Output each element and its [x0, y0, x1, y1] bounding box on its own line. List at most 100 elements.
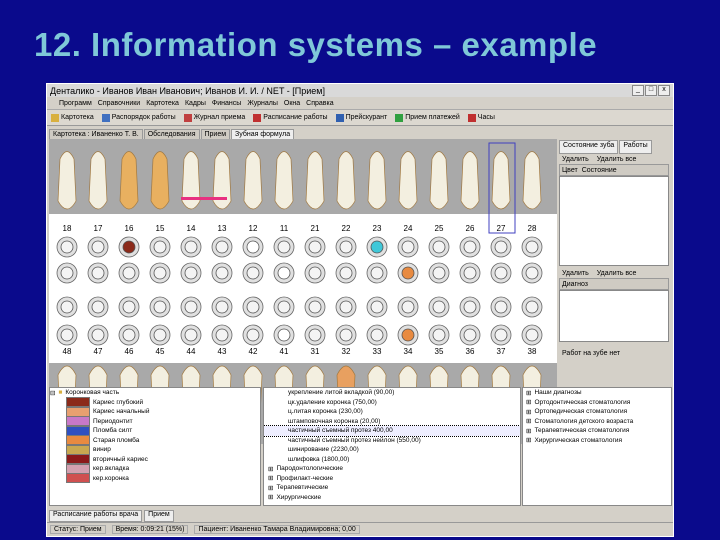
diagnosis-group[interactable]: ⊞ Хирургическая стоматология [523, 436, 671, 446]
tooth-surface-circle[interactable] [118, 236, 140, 258]
tooth-surface-circle[interactable] [273, 262, 295, 284]
diagnosis-group[interactable]: ⊞ Наши диагнозы [523, 388, 671, 398]
diagnosis-group[interactable]: ⊞ Стоматология детского возраста [523, 417, 671, 427]
expand-icon[interactable]: ⊞ [526, 408, 531, 416]
state-table-body[interactable] [559, 176, 669, 266]
tree-item[interactable]: кер.коронка [50, 473, 260, 484]
maximize-button[interactable]: □ [645, 85, 657, 96]
tab-examinations[interactable]: Обследования [143, 129, 200, 139]
tooth-surface-circle[interactable] [118, 296, 140, 318]
menu-references[interactable]: Справочники [98, 100, 140, 107]
tooth-surface-circle[interactable] [211, 296, 233, 318]
upper-tooth[interactable] [522, 151, 542, 210]
tooth-surface-circle[interactable] [459, 324, 481, 346]
menu-program[interactable]: Программ [59, 100, 92, 107]
delete-button[interactable]: Удалить [562, 156, 589, 163]
tooth-surface-circle[interactable] [242, 296, 264, 318]
expand-icon[interactable]: ⊞ [268, 474, 273, 482]
tooth-surface-circle[interactable] [335, 296, 357, 318]
tooth-surface-circle[interactable] [428, 236, 450, 258]
diagnosis-group[interactable]: ⊞ Ортопедическая стоматология [523, 407, 671, 417]
tree-item[interactable]: Кариес начальный [50, 406, 260, 417]
tooth-surface-circle[interactable] [490, 236, 512, 258]
tooth-surface-circle[interactable] [56, 262, 78, 284]
tooth-surface-circle[interactable] [211, 236, 233, 258]
expand-icon[interactable]: ⊞ [268, 465, 273, 473]
tooth-surface-circle[interactable] [397, 236, 419, 258]
upper-tooth[interactable] [305, 151, 325, 210]
tooth-surface-circle[interactable] [459, 236, 481, 258]
diagnosis-box[interactable] [559, 290, 669, 342]
tooth-surface-circle[interactable] [273, 296, 295, 318]
expand-icon[interactable]: ⊞ [526, 436, 531, 444]
toolbar-journal-button[interactable]: Журнал приема [183, 113, 245, 122]
tooth-surface-circle[interactable] [149, 296, 171, 318]
tree-root[interactable]: ⊟ ■ Коронковая часть [50, 388, 260, 398]
upper-tooth[interactable] [429, 151, 449, 210]
tooth-surface-circle[interactable] [490, 296, 512, 318]
upper-tooth[interactable] [57, 151, 77, 210]
menu-help[interactable]: Справка [306, 100, 333, 107]
tooth-surface-circle[interactable] [211, 324, 233, 346]
diagnosis-group[interactable]: ⊞ Терапевтическая стоматология [523, 426, 671, 436]
toolbar-schedule-button[interactable]: Распорядок работы [101, 113, 176, 122]
diagnosis-group[interactable]: ⊞ Ортодонтическая стоматология [523, 398, 671, 408]
expand-icon[interactable]: ⊞ [526, 389, 531, 397]
upper-tooth[interactable] [274, 151, 294, 210]
upper-tooth[interactable] [150, 151, 170, 210]
tooth-surface-circle[interactable] [490, 324, 512, 346]
tooth-surface-circle[interactable] [149, 236, 171, 258]
expand-icon[interactable]: ⊞ [526, 398, 531, 406]
tree-item[interactable]: Кариес глубокий [50, 397, 260, 408]
upper-tooth[interactable] [460, 151, 480, 210]
tree-item[interactable]: кер.вкладка [50, 463, 260, 474]
menu-finance[interactable]: Финансы [212, 100, 241, 107]
minimize-button[interactable]: _ [632, 85, 644, 96]
tooth-surface-circle[interactable] [118, 324, 140, 346]
work-group[interactable]: ⊞ Профилакт-ческие [264, 474, 520, 484]
tooth-surface-circle[interactable] [118, 262, 140, 284]
upper-tooth[interactable] [119, 151, 139, 210]
tooth-surface-circle[interactable] [335, 324, 357, 346]
tooth-surface-circle[interactable] [490, 262, 512, 284]
tooth-surface-circle[interactable] [459, 262, 481, 284]
tooth-surface-circle[interactable] [273, 324, 295, 346]
tooth-surface-circle[interactable] [366, 236, 388, 258]
tooth-surface-circle[interactable] [242, 324, 264, 346]
upper-tooth[interactable] [88, 151, 108, 210]
tooth-surface-circle[interactable] [428, 262, 450, 284]
tooth-surface-circle[interactable] [459, 296, 481, 318]
tooth-surface-circle[interactable] [335, 262, 357, 284]
tooth-surface-circle[interactable] [397, 296, 419, 318]
tooth-surface-circle[interactable] [304, 262, 326, 284]
tooth-surface-circle[interactable] [149, 324, 171, 346]
tooth-surface-circle[interactable] [56, 296, 78, 318]
toolbar-cardfile-button[interactable]: Картотека [51, 113, 94, 122]
tooth-surface-circle[interactable] [521, 262, 543, 284]
work-item[interactable]: укрепление литой вкладкой (90,00) [264, 388, 520, 398]
tooth-surface-circle[interactable] [521, 236, 543, 258]
tab-doctor-schedule[interactable]: Расписание работы врача [49, 510, 143, 522]
tooth-surface-circle[interactable] [397, 262, 419, 284]
tooth-surface-circle[interactable] [242, 262, 264, 284]
close-button[interactable]: x [658, 85, 670, 96]
tooth-surface-circle[interactable] [366, 296, 388, 318]
tree-item[interactable]: Периодонтит [50, 416, 260, 427]
work-group[interactable]: ⊞ Пародонтологические [264, 464, 520, 474]
tooth-surface-circle[interactable] [56, 324, 78, 346]
menu-cardfile[interactable]: Картотека [146, 100, 179, 107]
upper-tooth[interactable] [243, 151, 263, 210]
tree-item[interactable]: вторичный кариес [50, 454, 260, 465]
upper-tooth[interactable] [491, 151, 511, 210]
delete-all-diagnosis-button[interactable]: Удалить все [597, 270, 637, 277]
toolbar-pricelist-button[interactable]: Прейскурант [335, 113, 387, 122]
tooth-surface-circle[interactable] [180, 296, 202, 318]
upper-tooth[interactable] [398, 151, 418, 210]
tab-dental-formula[interactable]: Зубная формула [231, 129, 295, 139]
delete-all-button[interactable]: Удалить все [597, 156, 637, 163]
delete-diagnosis-button[interactable]: Удалить [562, 270, 589, 277]
toolbar-clock-button[interactable]: Часы [467, 113, 495, 122]
upper-tooth[interactable] [336, 151, 356, 210]
work-group[interactable]: ⊞ Хирургические [264, 493, 520, 503]
tooth-surface-circle[interactable] [180, 324, 202, 346]
